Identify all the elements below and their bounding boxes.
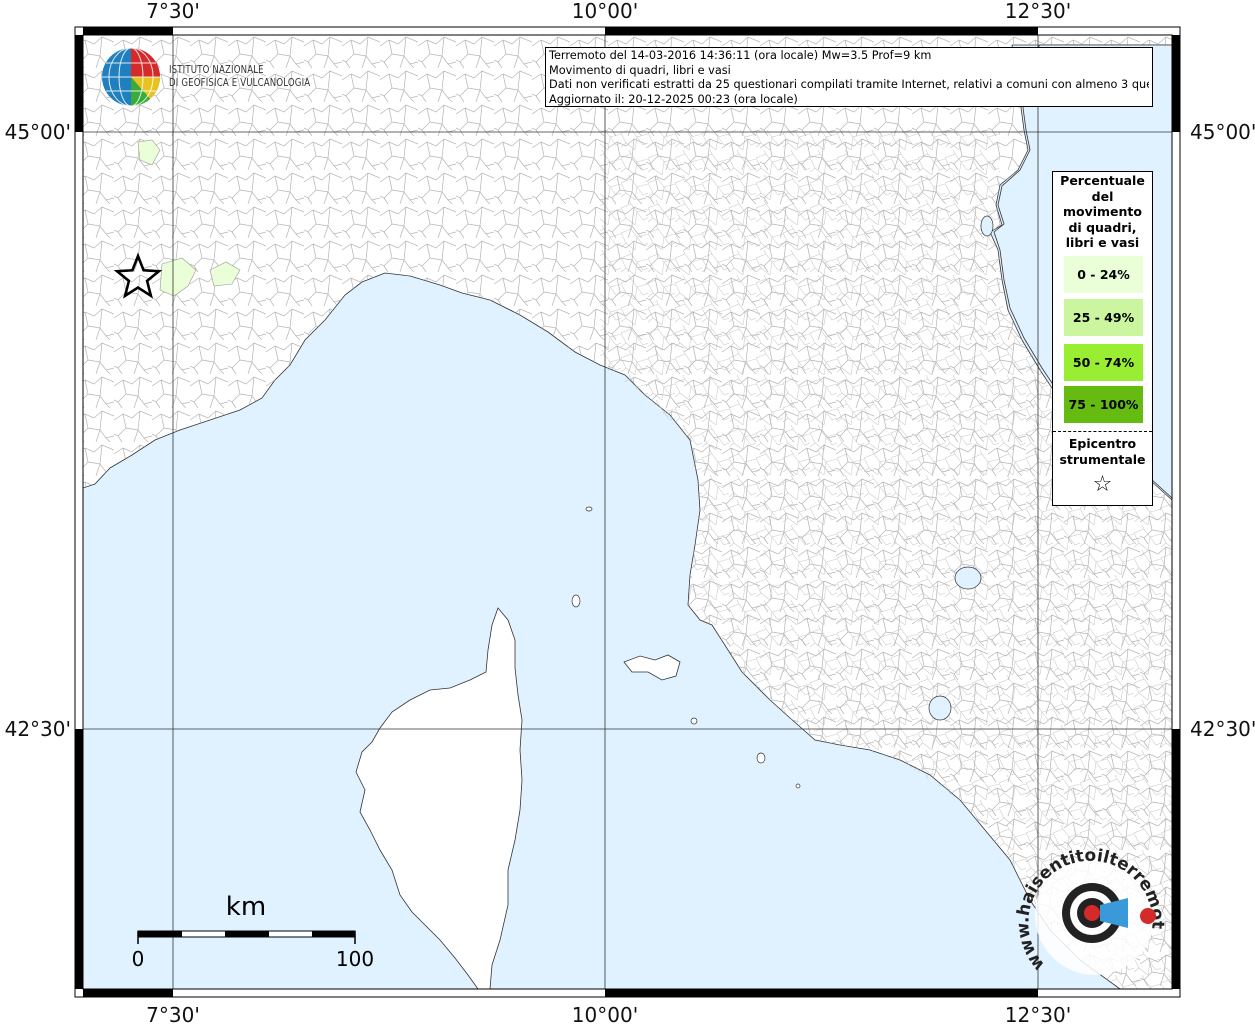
legend-item-50-74: 50 - 74% [1064, 344, 1143, 381]
legend-item-0-24: 0 - 24% [1064, 256, 1143, 293]
lon-label-bottom-2: 10°00' [572, 1003, 638, 1024]
lat-label-right-2: 42°30' [1190, 717, 1255, 741]
legend: Percentuale del movimento di quadri, lib… [1052, 171, 1153, 506]
legend-epicenter-line1: Epicentro [1068, 436, 1137, 451]
lon-label-bottom-3: 12°30' [1005, 1003, 1071, 1024]
ingv-name-line1: ISTITUTO NAZIONALE [169, 63, 264, 76]
lon-label-top-3: 12°30' [1005, 0, 1071, 23]
event-info-line2: Movimento di quadri, libri e vasi [549, 63, 731, 77]
map-area [83, 35, 1172, 989]
map-canvas: 7°30' 10°00' 12°30' 7°30' 10°00' 12°30' … [0, 0, 1255, 1024]
ingv-logo-icon [102, 47, 161, 107]
legend-title-line2: del [1091, 188, 1114, 204]
legend-title-line3: movimento [1062, 204, 1142, 219]
scale-unit: km [226, 892, 266, 922]
legend-item-25-49: 25 - 49% [1064, 299, 1143, 336]
legend-item-75-100: 75 - 100% [1064, 386, 1143, 423]
lagoon [980, 215, 994, 237]
legend-title-line1: Percentuale [1060, 173, 1145, 188]
ingv-name: ISTITUTO NAZIONALE DI GEOFISICA E VULCAN… [169, 63, 310, 89]
lon-label-bottom-1: 7°30' [146, 1003, 200, 1024]
capraia-island [571, 594, 581, 608]
giglio-island [756, 752, 766, 764]
lon-label-top-2: 10°00' [572, 0, 638, 23]
event-info-line4: Aggiornato il: 20-12-2025 00:23 (ora loc… [549, 92, 798, 106]
gorgona-island [585, 506, 593, 512]
lake-bolsena [928, 695, 952, 721]
lat-label-right-1: 45°00' [1190, 120, 1255, 144]
legend-title: Percentuale del movimento di quadri, lib… [1053, 173, 1152, 251]
pianosa-island [690, 717, 698, 725]
event-info-line1: Terremoto del 14-03-2016 14:36:11 (ora l… [549, 49, 932, 62]
legend-epicenter-label: Epicentro strumentale [1053, 436, 1152, 467]
legend-divider [1053, 431, 1152, 432]
event-info-line3: Dati non verificati estratti da 25 quest… [549, 78, 1149, 92]
event-info-box: Terremoto del 14-03-2016 14:36:11 (ora l… [545, 47, 1153, 107]
giannutri-island [795, 783, 801, 789]
legend-title-line4: di quadri, [1068, 219, 1137, 235]
scale-start: 0 [132, 947, 145, 971]
scale-end: 100 [336, 947, 374, 971]
lon-label-top-1: 7°30' [146, 0, 200, 23]
legend-epicenter-line2: strumentale [1059, 451, 1146, 467]
legend-star-icon: ☆ [1092, 472, 1113, 497]
lake-trasimeno [954, 566, 982, 590]
ingv-name-line2: DI GEOFISICA E VULCANOLOGIA [169, 76, 311, 89]
legend-title-line5: libri e vasi [1065, 235, 1140, 250]
lat-label-left-1: 45°00' [5, 120, 71, 144]
lat-label-left-2: 42°30' [5, 717, 71, 741]
